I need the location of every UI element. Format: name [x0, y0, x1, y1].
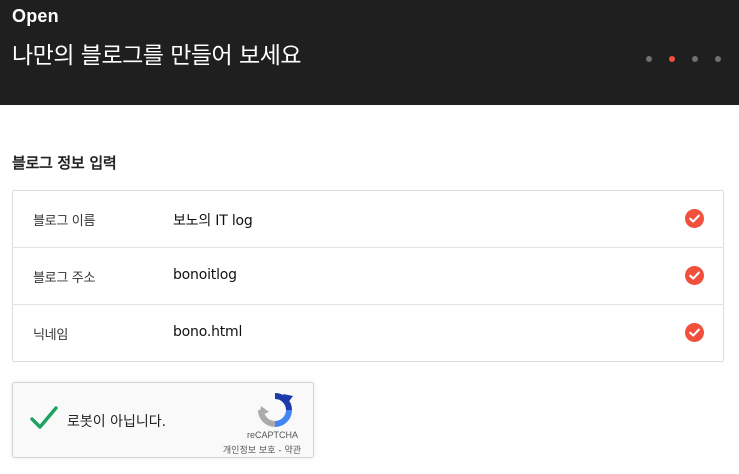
slide-indicator [646, 56, 738, 62]
nickname-field[interactable]: bono.html [173, 324, 242, 340]
field-label: 블로그 주소 [33, 271, 96, 286]
check-icon [685, 323, 704, 342]
terms-link[interactable]: 약관 [284, 446, 301, 456]
captcha-checkbox-checked-icon[interactable] [29, 403, 59, 433]
recaptcha-logo-icon [258, 393, 293, 427]
section-title: 블로그 정보 입력 [12, 154, 117, 172]
check-icon [685, 209, 704, 228]
blog-info-form: 블로그 이름 보노의 IT log 블로그 주소 bonoitlog 닉네임 b… [12, 190, 724, 362]
slide-dot-1[interactable] [646, 56, 652, 62]
blog-name-field[interactable]: 보노의 IT log [173, 210, 253, 230]
slide-dot-2-active[interactable] [669, 56, 675, 62]
slide-dot-4[interactable] [715, 56, 721, 62]
field-label: 닉네임 [33, 328, 68, 343]
field-row-nickname: 닉네임 bono.html [13, 305, 723, 361]
link-separator: - [278, 446, 282, 456]
slide-dot-3[interactable] [692, 56, 698, 62]
field-row-blog-address: 블로그 주소 bonoitlog [13, 248, 723, 305]
recaptcha-links: 개인정보 보호 - 약관 [223, 443, 301, 456]
field-label: 블로그 이름 [33, 214, 96, 229]
check-icon [685, 266, 704, 285]
brand-logo[interactable]: Open [12, 6, 59, 27]
privacy-link[interactable]: 개인정보 보호 [223, 446, 276, 456]
field-row-blog-name: 블로그 이름 보노의 IT log [13, 191, 723, 248]
header-banner: Open 나만의 블로그를 만들어 보세요 [0, 0, 739, 105]
captcha-label: 로봇이 아닙니다. [67, 414, 167, 430]
recaptcha-brand: reCAPTCHA [247, 430, 299, 440]
recaptcha-widget: 로봇이 아닙니다. reCAPTCHA 개인정보 보호 - 약관 [12, 382, 314, 458]
banner-headline: 나만의 블로그를 만들어 보세요 [12, 43, 302, 69]
blog-address-field[interactable]: bonoitlog [173, 267, 237, 283]
